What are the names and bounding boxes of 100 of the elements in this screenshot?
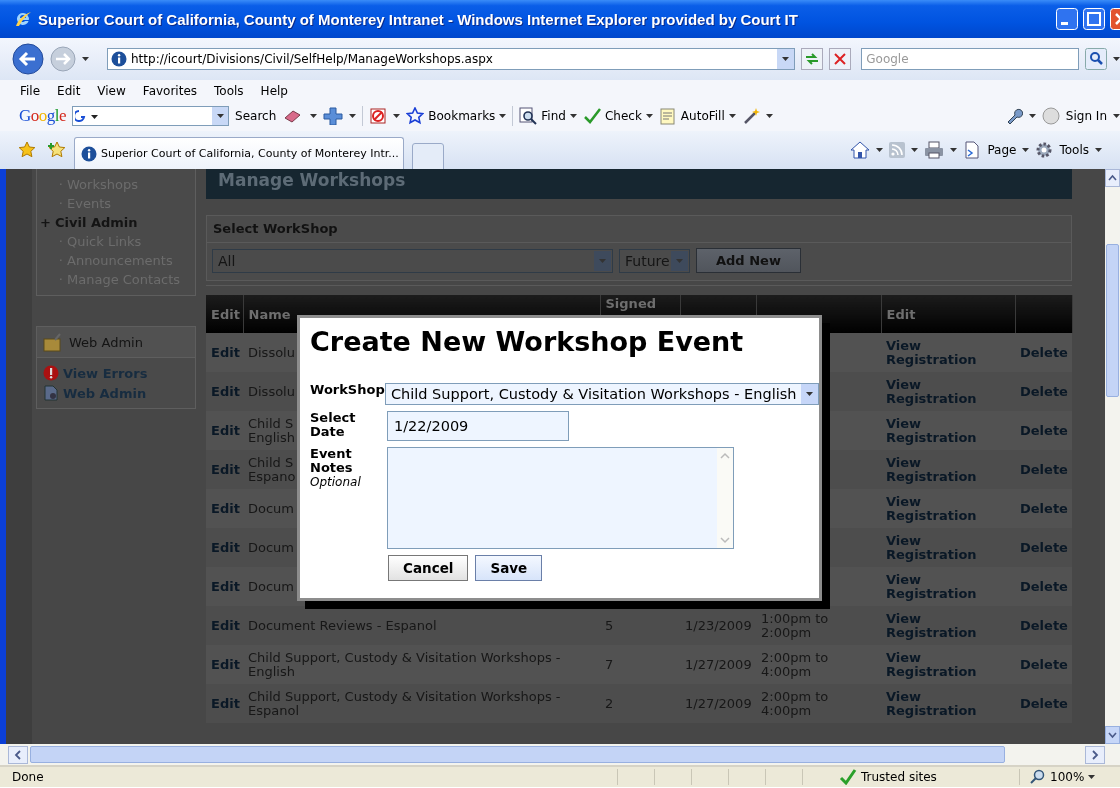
zoom-icon[interactable] — [1030, 769, 1046, 785]
cancel-button[interactable]: Cancel — [388, 555, 469, 581]
history-caret-icon[interactable] — [82, 57, 89, 61]
error-icon — [43, 365, 59, 381]
caret-icon[interactable] — [569, 114, 577, 118]
document-gear-icon — [43, 385, 59, 401]
caret-icon[interactable] — [1022, 148, 1030, 152]
caret-icon[interactable] — [876, 148, 884, 152]
field-label: Select Date — [310, 411, 357, 439]
scroll-up-icon[interactable] — [1105, 169, 1120, 187]
date-field[interactable]: 1/22/2009 — [387, 411, 569, 441]
folder-wrench-icon — [43, 332, 63, 352]
maximize-icon[interactable] — [1083, 8, 1105, 30]
search-button[interactable]: Search — [235, 109, 277, 123]
sign-in-button[interactable]: Sign In — [1065, 109, 1107, 123]
scroll-right-icon[interactable] — [1085, 745, 1105, 764]
plus-icon[interactable] — [323, 107, 344, 125]
menu-item[interactable]: File — [20, 83, 41, 98]
table-cell: Child Support, Custody & Visitation Workshops - English — [248, 649, 561, 679]
minimize-icon[interactable] — [1056, 8, 1078, 30]
search-field[interactable]: Google — [861, 48, 1079, 70]
scrollbar-thumb[interactable] — [30, 746, 1005, 763]
field-label: Event Notes — [310, 447, 354, 475]
command-menu[interactable]: Page — [987, 143, 1017, 157]
search-combo-box[interactable] — [72, 106, 230, 126]
menu-item[interactable]: Edit — [57, 83, 81, 98]
scroll-down-icon[interactable] — [1105, 726, 1120, 744]
caret-icon[interactable] — [765, 114, 773, 118]
scroll-left-icon[interactable] — [8, 745, 28, 764]
save-button[interactable]: Save — [475, 555, 543, 581]
bullet-marker: · — [57, 177, 64, 192]
bullet-marker: · — [57, 196, 64, 211]
caret-icon[interactable] — [499, 114, 507, 118]
zoom-level[interactable]: 100% — [1050, 770, 1085, 784]
filter-title: Select WorkShop — [207, 216, 1071, 243]
info-icon — [111, 51, 127, 67]
page-icon[interactable] — [963, 141, 982, 159]
scrollbar-thumb[interactable] — [1106, 244, 1119, 397]
stop-icon[interactable] — [829, 48, 852, 70]
command-menu[interactable]: Tools — [1059, 143, 1089, 157]
status-text: Done — [12, 770, 44, 784]
caret-icon[interactable] — [1113, 114, 1120, 118]
spellcheck-icon[interactable] — [582, 107, 601, 125]
search-options-caret-icon[interactable] — [1113, 57, 1120, 61]
caret-icon[interactable] — [1028, 114, 1036, 118]
menu-item[interactable]: Help — [260, 83, 288, 98]
caret-icon[interactable] — [911, 148, 919, 152]
page-heading: Manage Workshops — [206, 169, 1072, 199]
toolbar-button[interactable]: Find — [541, 109, 566, 123]
bullet-marker: · — [57, 272, 64, 287]
printer-icon[interactable] — [924, 141, 945, 159]
caret-icon[interactable] — [950, 148, 958, 152]
table-cell: 1/27/2009 — [685, 656, 752, 672]
table-cell: Dissolu — [248, 344, 295, 360]
dropdown-caret-icon[interactable] — [806, 392, 813, 396]
menu-item[interactable]: Tools — [214, 83, 244, 98]
caret-icon[interactable] — [728, 114, 736, 118]
user-circle-icon[interactable] — [1041, 107, 1060, 125]
info-icon — [81, 145, 97, 162]
google-logo: Google — [19, 106, 67, 126]
menu-item[interactable]: View — [97, 83, 126, 98]
star-outline-icon[interactable] — [406, 107, 425, 125]
caret-icon[interactable] — [310, 114, 318, 118]
dialog-title: Create New Workshop Event — [310, 326, 745, 357]
security-zone: Trusted sites — [861, 770, 937, 784]
dropdown-caret-icon[interactable] — [216, 114, 224, 118]
notes-field[interactable] — [387, 447, 734, 549]
table-cell: Docum — [248, 578, 294, 594]
blocked-popup-icon[interactable] — [369, 107, 388, 125]
refresh-arrows-icon[interactable] — [801, 48, 824, 70]
column-header: Signed — [605, 296, 656, 311]
toolbar-button[interactable]: Check — [604, 109, 642, 123]
checkmark-icon — [839, 769, 857, 785]
gear-icon[interactable] — [1035, 141, 1054, 159]
window-title: Superior Court of California, County of Monterey Intranet - Windows Internet Explorer provided by Court IT — [38, 10, 798, 28]
browser-tab[interactable]: Superior Court of California, County of Monterey Intr... — [74, 137, 404, 169]
table-cell: 2:00pm to 4:00pm — [761, 649, 829, 679]
caret-icon[interactable] — [349, 114, 357, 118]
browser-logo-icon — [14, 10, 32, 28]
table-cell: Child S English — [248, 415, 295, 445]
search-icon[interactable] — [1085, 48, 1107, 70]
home-icon[interactable] — [850, 141, 871, 159]
magnifier-icon[interactable] — [519, 107, 538, 125]
dropdown-caret-icon[interactable] — [782, 57, 790, 61]
address-field[interactable]: http://icourt/Divisions/Civil/SelfHelp/ManageWorkshops.aspx — [107, 48, 796, 70]
bullet-marker: · — [57, 253, 64, 268]
favorites-star-icon[interactable] — [18, 141, 36, 159]
zoom-caret-icon[interactable] — [1088, 775, 1096, 779]
add-favorite-icon[interactable] — [48, 141, 66, 159]
toolbar-button[interactable]: AutoFill — [680, 109, 725, 123]
panel-title: Web Admin — [69, 334, 143, 350]
workshop-select[interactable]: Child Support, Custody & Visitation Workshops - English — [384, 383, 819, 405]
column-header: Name — [248, 306, 291, 322]
caret-icon[interactable] — [393, 114, 401, 118]
caret-icon[interactable] — [645, 114, 653, 118]
field-hint: Optional — [310, 475, 362, 489]
add-new-button[interactable]: Add New — [696, 248, 801, 273]
menu-item[interactable]: Favorites — [142, 83, 198, 98]
caret-icon[interactable] — [1095, 148, 1102, 152]
toolbar-button[interactable]: Bookmarks — [428, 109, 496, 123]
